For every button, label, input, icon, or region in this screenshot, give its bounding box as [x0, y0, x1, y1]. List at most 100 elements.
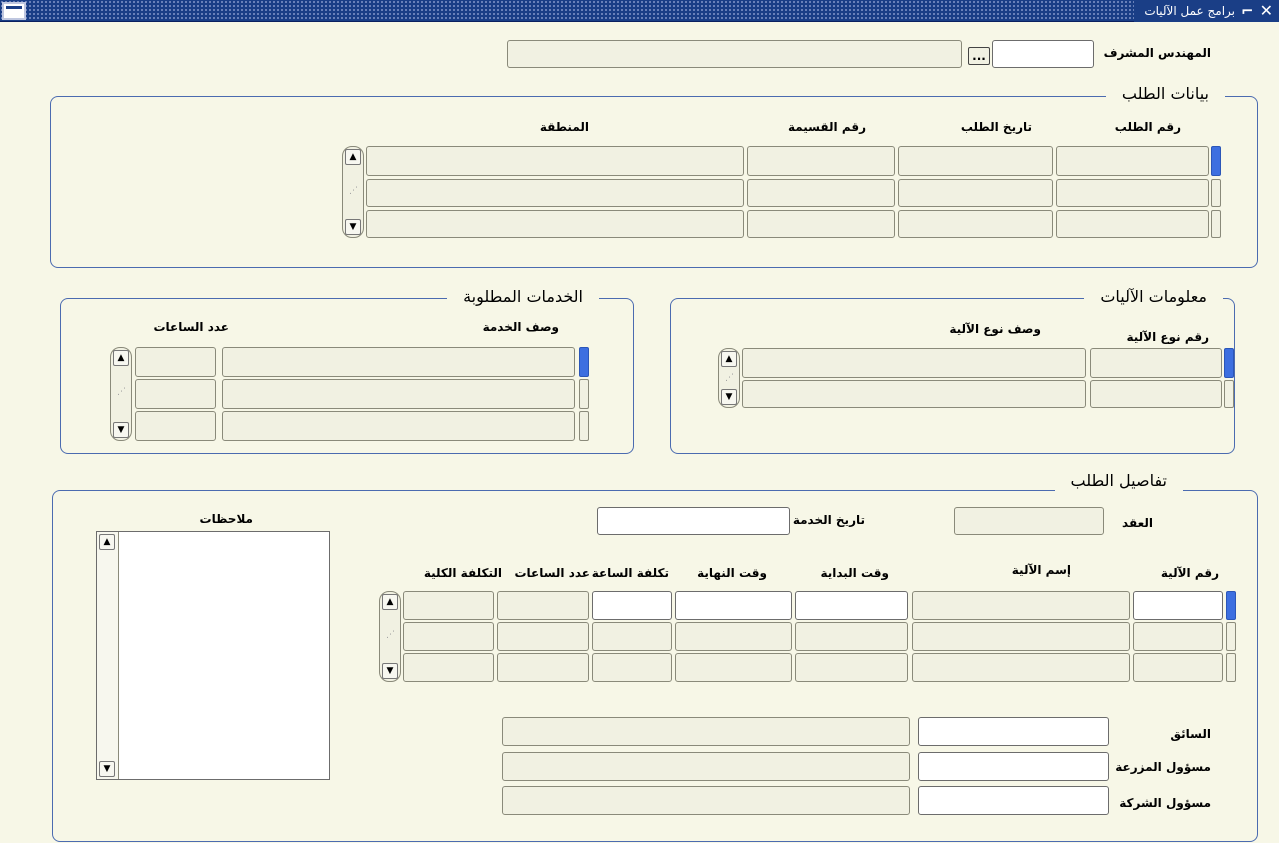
area-cell[interactable]	[366, 179, 744, 207]
request-row-indicator[interactable]	[1211, 146, 1221, 176]
window-menu-icon[interactable]	[2, 2, 26, 20]
minimize-icon[interactable]: ⌐	[1241, 3, 1254, 19]
services-scrollbar[interactable]: ▲ ⋰ ▼	[110, 347, 132, 441]
scroll-up-icon[interactable]: ▲	[721, 351, 737, 367]
machine-no-cell[interactable]	[1133, 591, 1223, 620]
hour-cost-cell[interactable]	[592, 653, 672, 682]
col-machine-name: إسم الآلية	[1011, 563, 1071, 577]
end-time-cell[interactable]	[675, 591, 792, 620]
detail-row-indicator[interactable]	[1226, 591, 1236, 620]
close-icon[interactable]: ✕	[1260, 3, 1273, 19]
machine-type-desc-cell[interactable]	[742, 348, 1086, 378]
request-no-cell[interactable]	[1056, 179, 1209, 207]
machine-name-cell	[912, 591, 1130, 620]
hours-cell	[497, 622, 589, 651]
service-desc-cell[interactable]	[222, 411, 575, 441]
request-date-cell[interactable]	[898, 179, 1053, 207]
request-scrollbar[interactable]: ▲ ⋰ ▼	[342, 146, 364, 238]
start-time-cell[interactable]	[795, 622, 908, 651]
title-area: برامج عمل الآليات ⌐ ✕	[1134, 0, 1279, 22]
machine-type-no-cell[interactable]	[1090, 380, 1222, 408]
service-desc-cell[interactable]	[222, 347, 575, 377]
scroll-down-icon[interactable]: ▼	[382, 663, 398, 679]
area-cell[interactable]	[366, 210, 744, 238]
window-title: برامج عمل الآليات	[1144, 4, 1236, 18]
company-officer-label: مسؤول الشركة	[1119, 796, 1211, 810]
col-parcel-no: رقم القسيمة	[787, 120, 866, 134]
end-time-cell[interactable]	[675, 622, 792, 651]
request-date-cell[interactable]	[898, 146, 1053, 176]
col-total-cost: التكلفة الكلية	[423, 566, 502, 580]
parcel-no-cell[interactable]	[747, 146, 895, 176]
company-officer-name-field	[502, 786, 910, 815]
hour-cost-cell[interactable]	[592, 622, 672, 651]
col-request-no: رقم الطلب	[1114, 120, 1181, 134]
request-data-title: بيانات الطلب	[1105, 84, 1225, 104]
notes-textarea[interactable]: ▲ ▼	[96, 531, 330, 780]
details-scrollbar[interactable]: ▲ ⋰ ▼	[379, 591, 401, 682]
parcel-no-cell[interactable]	[747, 179, 895, 207]
request-details-title: تفاصيل الطلب	[1054, 471, 1183, 491]
request-row-indicator[interactable]	[1211, 179, 1221, 207]
machine-type-no-cell[interactable]	[1090, 348, 1222, 378]
scroll-down-icon[interactable]: ▼	[113, 422, 129, 438]
detail-row-indicator[interactable]	[1226, 622, 1236, 651]
col-hours: عدد الساعات	[514, 566, 590, 580]
hours-cell	[497, 591, 589, 620]
area-cell[interactable]	[366, 146, 744, 176]
contract-label: العقد	[1122, 516, 1153, 530]
start-time-cell[interactable]	[795, 591, 908, 620]
scroll-up-icon[interactable]: ▲	[382, 594, 398, 610]
service-row-indicator[interactable]	[579, 411, 589, 441]
machines-scrollbar[interactable]: ▲ ⋰ ▼	[718, 348, 740, 408]
machine-row-indicator[interactable]	[1224, 348, 1234, 378]
request-date-cell[interactable]	[898, 210, 1053, 238]
driver-name-field	[502, 717, 910, 746]
service-hours-cell[interactable]	[135, 347, 216, 377]
contract-field[interactable]	[954, 507, 1104, 535]
col-machine-no: رقم الآلية	[1160, 566, 1219, 580]
machine-name-cell	[912, 653, 1130, 682]
total-cost-cell	[403, 653, 494, 682]
col-service-hours: عدد الساعات	[153, 320, 229, 334]
scroll-down-icon[interactable]: ▼	[721, 389, 737, 405]
col-request-date: تاريخ الطلب	[960, 120, 1032, 134]
supervisor-lov-button[interactable]: ...	[968, 47, 990, 65]
request-row-indicator[interactable]	[1211, 210, 1221, 238]
machine-no-cell[interactable]	[1133, 653, 1223, 682]
total-cost-cell	[403, 591, 494, 620]
service-desc-cell[interactable]	[222, 379, 575, 409]
service-hours-cell[interactable]	[135, 379, 216, 409]
end-time-cell[interactable]	[675, 653, 792, 682]
scroll-up-icon[interactable]: ▲	[99, 534, 115, 550]
col-area: المنطقة	[539, 120, 589, 134]
driver-code-field[interactable]	[918, 717, 1109, 746]
service-date-label: تاريخ الخدمة	[792, 513, 865, 527]
col-end-time: وقت النهاية	[697, 566, 767, 580]
company-officer-code-field[interactable]	[918, 786, 1109, 815]
title-bar: برامج عمل الآليات ⌐ ✕	[0, 0, 1279, 22]
start-time-cell[interactable]	[795, 653, 908, 682]
service-row-indicator[interactable]	[579, 347, 589, 377]
scroll-grip-icon: ⋰	[117, 387, 126, 398]
request-no-cell[interactable]	[1056, 210, 1209, 238]
service-row-indicator[interactable]	[579, 379, 589, 409]
service-hours-cell[interactable]	[135, 411, 216, 441]
machine-no-cell[interactable]	[1133, 622, 1223, 651]
farm-officer-code-field[interactable]	[918, 752, 1109, 781]
hour-cost-cell[interactable]	[592, 591, 672, 620]
machine-type-desc-cell[interactable]	[742, 380, 1086, 408]
scroll-down-icon[interactable]: ▼	[99, 761, 115, 777]
detail-row-indicator[interactable]	[1226, 653, 1236, 682]
scroll-grip-icon: ⋰	[386, 630, 395, 641]
scroll-down-icon[interactable]: ▼	[345, 219, 361, 235]
notes-scrollbar[interactable]: ▲ ▼	[97, 532, 119, 779]
supervisor-code-field[interactable]	[992, 40, 1094, 68]
col-machine-type-no: رقم نوع الآلية	[1126, 330, 1210, 344]
parcel-no-cell[interactable]	[747, 210, 895, 238]
request-no-cell[interactable]	[1056, 146, 1209, 176]
scroll-up-icon[interactable]: ▲	[345, 149, 361, 165]
machine-row-indicator[interactable]	[1224, 380, 1234, 408]
service-date-field[interactable]	[597, 507, 790, 535]
scroll-up-icon[interactable]: ▲	[113, 350, 129, 366]
